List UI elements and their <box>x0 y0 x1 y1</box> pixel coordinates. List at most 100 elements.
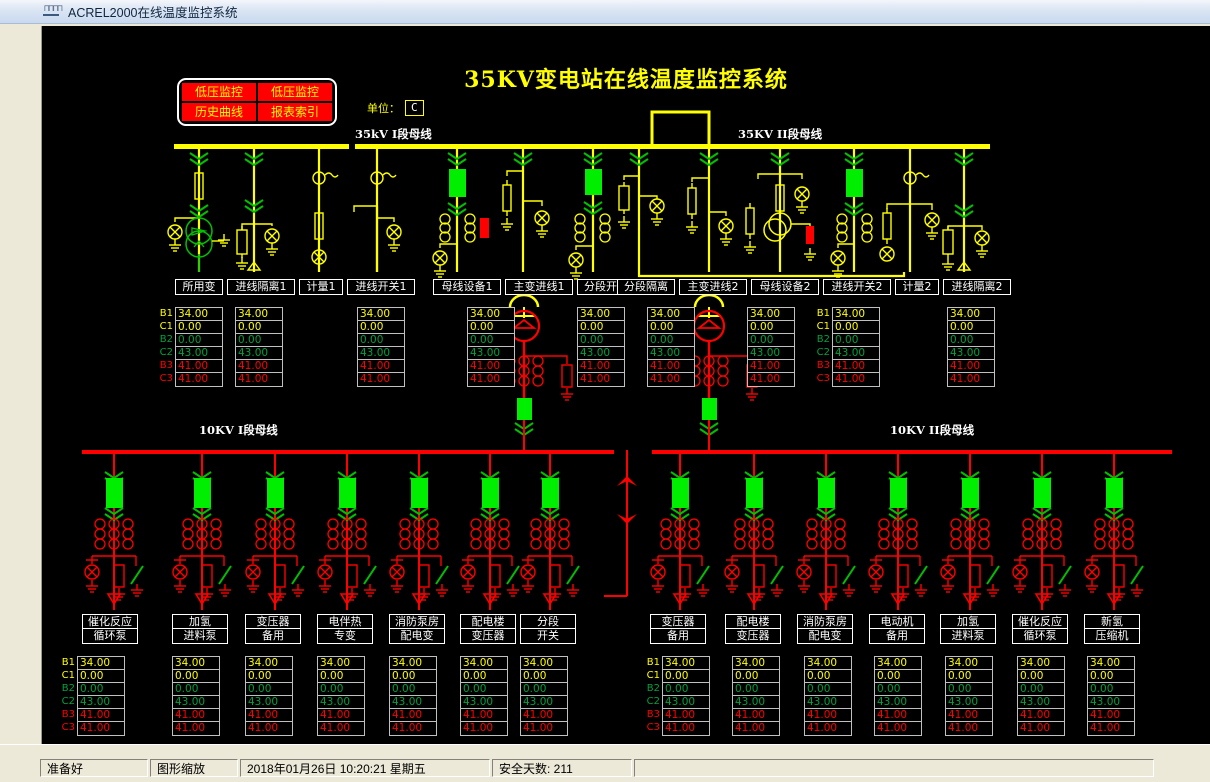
feeder-breaker[interactable] <box>746 478 763 508</box>
temperature-value[interactable]: 41.00 <box>833 360 879 373</box>
temperature-value[interactable]: 43.00 <box>461 696 507 709</box>
temperature-value[interactable]: 34.00 <box>173 657 219 670</box>
temperature-value[interactable]: 41.00 <box>648 373 694 386</box>
temperature-value[interactable]: 41.00 <box>461 722 507 735</box>
temperature-value[interactable]: 41.00 <box>833 373 879 386</box>
feeder-breaker[interactable] <box>482 478 499 508</box>
lv-feeder-column-12[interactable] <box>1012 452 1072 610</box>
temperature-value[interactable]: 41.00 <box>246 709 292 722</box>
temperature-value[interactable]: 34.00 <box>1088 657 1134 670</box>
temperature-value[interactable]: 0.00 <box>78 683 124 696</box>
lv-feeder-column-3[interactable] <box>317 452 377 610</box>
temperature-value[interactable]: 41.00 <box>875 709 921 722</box>
temperature-value[interactable]: 0.00 <box>246 670 292 683</box>
temperature-value[interactable]: 41.00 <box>521 709 567 722</box>
temperature-value[interactable]: 41.00 <box>663 722 709 735</box>
eq-label-jinxian-ge1[interactable]: 进线隔离1 <box>227 279 295 295</box>
feeder-breaker[interactable] <box>962 478 979 508</box>
feeder-earthing-switch[interactable] <box>218 565 232 585</box>
temperature-value[interactable]: 41.00 <box>805 722 851 735</box>
temperature-value[interactable]: 41.00 <box>748 360 794 373</box>
temperature-value[interactable]: 41.00 <box>578 360 624 373</box>
lv-feeder-column-6[interactable] <box>520 452 580 610</box>
feeder-earthing-switch[interactable] <box>291 565 305 585</box>
temperature-value[interactable]: 34.00 <box>833 308 879 321</box>
feeder-earthing-switch[interactable] <box>506 565 520 585</box>
temperature-value[interactable]: 41.00 <box>1088 709 1134 722</box>
temperature-value[interactable]: 41.00 <box>748 373 794 386</box>
temperature-value[interactable]: 41.00 <box>946 709 992 722</box>
breaker-mt-1-lv[interactable] <box>517 398 532 420</box>
temperature-value[interactable]: 0.00 <box>1088 683 1134 696</box>
temperature-value[interactable]: 0.00 <box>733 683 779 696</box>
temperature-value[interactable]: 0.00 <box>1088 670 1134 683</box>
temperature-value[interactable]: 34.00 <box>358 308 404 321</box>
temperature-value[interactable]: 0.00 <box>461 683 507 696</box>
temperature-value[interactable]: 34.00 <box>246 657 292 670</box>
feeder-earthing-switch[interactable] <box>914 565 928 585</box>
temperature-value[interactable]: 34.00 <box>748 308 794 321</box>
temperature-value[interactable]: 43.00 <box>948 347 994 360</box>
temperature-value[interactable]: 0.00 <box>358 321 404 334</box>
temperature-value[interactable]: 0.00 <box>733 670 779 683</box>
temperature-value[interactable]: 0.00 <box>648 334 694 347</box>
temperature-value[interactable]: 0.00 <box>578 334 624 347</box>
temperature-value[interactable]: 0.00 <box>176 334 222 347</box>
temperature-value[interactable]: 43.00 <box>748 347 794 360</box>
temperature-value[interactable]: 34.00 <box>648 308 694 321</box>
mimic-diagram-canvas[interactable]: 35KV变电站在线温度监控系统 低压监控 低压监控 历史曲线 报表索引 单位： … <box>42 26 1210 744</box>
temperature-value[interactable]: 41.00 <box>948 373 994 386</box>
temperature-value[interactable]: 43.00 <box>176 347 222 360</box>
eq-label-muxian-sb2[interactable]: 母线设备2 <box>751 279 819 295</box>
temperature-value[interactable]: 34.00 <box>1018 657 1064 670</box>
temperature-value[interactable]: 43.00 <box>246 696 292 709</box>
feeder-breaker[interactable] <box>339 478 356 508</box>
temperature-value[interactable]: 43.00 <box>358 347 404 360</box>
temperature-value[interactable]: 41.00 <box>390 722 436 735</box>
feeder-breaker[interactable] <box>1106 478 1123 508</box>
temperature-value[interactable]: 41.00 <box>461 709 507 722</box>
temperature-value[interactable]: 41.00 <box>236 360 282 373</box>
lv-feeder-column-4[interactable] <box>389 452 449 610</box>
temperature-value[interactable]: 43.00 <box>173 696 219 709</box>
temperature-value[interactable]: 0.00 <box>875 670 921 683</box>
feeder-breaker[interactable] <box>672 478 689 508</box>
eq-label-fenduan-gl[interactable]: 分段隔离 <box>617 279 675 295</box>
lv-bay-label-2[interactable]: 变压器 备用 <box>245 614 301 644</box>
temperature-value[interactable]: 43.00 <box>805 696 851 709</box>
lv-feeder-column-10[interactable] <box>868 452 928 610</box>
temperature-value[interactable]: 34.00 <box>236 308 282 321</box>
lv-bay-label-13[interactable]: 新氢 压缩机 <box>1084 614 1140 644</box>
temperature-value[interactable]: 41.00 <box>733 722 779 735</box>
temperature-value[interactable]: 41.00 <box>318 709 364 722</box>
lv-bay-label-6[interactable]: 分段 开关 <box>520 614 576 644</box>
feeder-breaker[interactable] <box>194 478 211 508</box>
temperature-value[interactable]: 41.00 <box>358 373 404 386</box>
lv-bay-label-0[interactable]: 催化反应 循环泵 <box>82 614 138 644</box>
temperature-value[interactable]: 0.00 <box>521 683 567 696</box>
lv-feeder-column-8[interactable] <box>724 452 784 610</box>
temperature-value[interactable]: 0.00 <box>461 670 507 683</box>
feeder-earthing-switch[interactable] <box>130 565 144 585</box>
eq-label-muxian-sb1[interactable]: 母线设备1 <box>433 279 501 295</box>
eq-label-jinxian-ge2[interactable]: 进线隔离2 <box>943 279 1011 295</box>
eq-label-jinxian-kg2[interactable]: 进线开关2 <box>823 279 891 295</box>
temperature-value[interactable]: 41.00 <box>946 722 992 735</box>
breaker-mt-line-1[interactable] <box>585 169 602 195</box>
temperature-value[interactable]: 0.00 <box>358 334 404 347</box>
eq-label-jiliang1[interactable]: 计量1 <box>299 279 343 295</box>
temperature-value[interactable]: 0.00 <box>948 334 994 347</box>
lv-bay-label-3[interactable]: 电伴热 专变 <box>317 614 373 644</box>
eq-label-suoyongbian[interactable]: 所用变 <box>175 279 223 295</box>
lv-feeder-column-9[interactable] <box>796 452 856 610</box>
feeder-earthing-switch[interactable] <box>435 565 449 585</box>
temperature-value[interactable]: 43.00 <box>390 696 436 709</box>
temperature-value[interactable]: 43.00 <box>946 696 992 709</box>
temperature-value[interactable]: 34.00 <box>805 657 851 670</box>
feeder-earthing-switch[interactable] <box>986 565 1000 585</box>
lv-bay-label-10[interactable]: 电动机 备用 <box>869 614 925 644</box>
eq-label-jinxian-kg1[interactable]: 进线开关1 <box>347 279 415 295</box>
temperature-value[interactable]: 41.00 <box>948 360 994 373</box>
temperature-value[interactable]: 0.00 <box>948 321 994 334</box>
breaker-incoming-1[interactable] <box>449 169 466 197</box>
